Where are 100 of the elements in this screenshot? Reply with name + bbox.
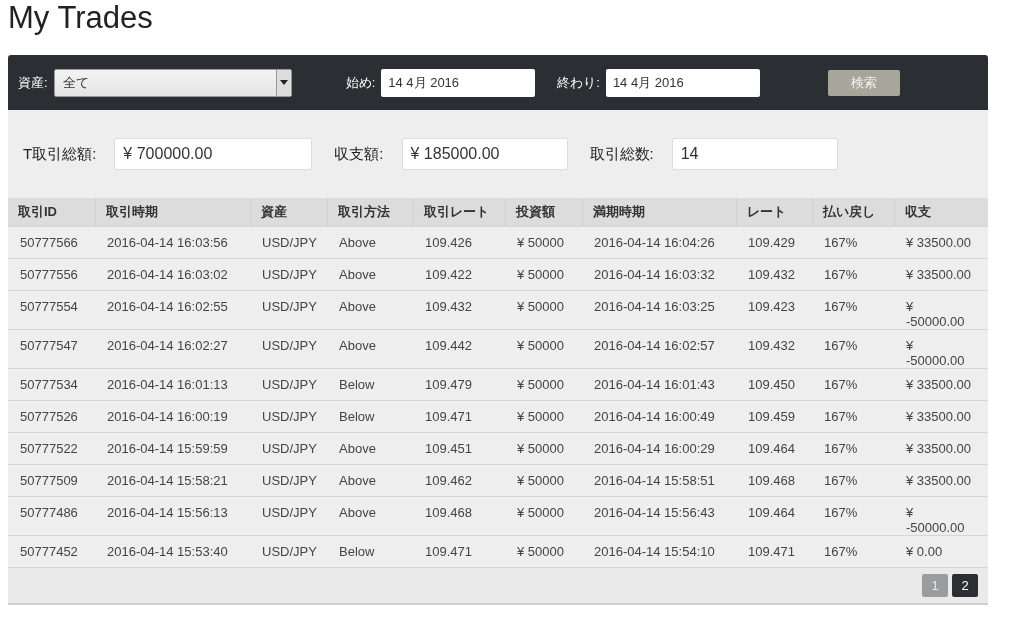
- table-cell: 50777566: [8, 226, 95, 258]
- table-cell: 109.422: [413, 258, 505, 290]
- table-cell: 167%: [812, 290, 894, 329]
- table-cell: 167%: [812, 258, 894, 290]
- table-cell: USD/JPY: [250, 496, 327, 535]
- table-cell: 109.471: [413, 535, 505, 567]
- page-title: My Trades: [8, 0, 154, 37]
- table-cell: 2016-04-14 16:03:56: [95, 226, 250, 258]
- table-cell: 2016-04-14 15:56:43: [582, 496, 736, 535]
- table-cell: 109.423: [736, 290, 812, 329]
- table-cell: 167%: [812, 226, 894, 258]
- table-cell: 2016-04-14 15:54:10: [582, 535, 736, 567]
- table-cell: 2016-04-14 16:02:55: [95, 290, 250, 329]
- table-cell: 167%: [812, 329, 894, 368]
- table-cell: 2016-04-14 15:53:40: [95, 535, 250, 567]
- table-cell: ¥ 33500.00: [894, 432, 988, 464]
- table-cell: 50777509: [8, 464, 95, 496]
- column-header: 満期時期: [582, 198, 736, 226]
- end-date-field[interactable]: 14 4月 2016: [605, 68, 760, 97]
- table-cell: 109.442: [413, 329, 505, 368]
- table-cell: 109.462: [413, 464, 505, 496]
- table-cell: ¥ 33500.00: [894, 226, 988, 258]
- table-cell: 50777526: [8, 400, 95, 432]
- summary-field: ¥ 185000.00: [401, 138, 568, 170]
- column-header: レート: [736, 198, 812, 226]
- table-cell: 109.426: [413, 226, 505, 258]
- table-cell: ¥ 50000: [505, 496, 582, 535]
- asset-label: 資産:: [18, 73, 48, 92]
- summary-label: 取引総数:: [589, 144, 654, 164]
- table-cell: 167%: [812, 496, 894, 535]
- table-cell: USD/JPY: [250, 432, 327, 464]
- table-cell: ¥ -50000.00: [894, 290, 988, 329]
- table-cell: ¥ -50000.00: [894, 496, 988, 535]
- table-cell: USD/JPY: [250, 400, 327, 432]
- table-cell: ¥ 50000: [505, 329, 582, 368]
- table-cell: ¥ 33500.00: [894, 464, 988, 496]
- table-cell: USD/JPY: [250, 258, 327, 290]
- table-cell: 2016-04-14 16:01:13: [95, 368, 250, 400]
- asset-dropdown[interactable]: 全て: [53, 68, 292, 97]
- table-cell: 109.464: [736, 496, 812, 535]
- page-button[interactable]: 2: [952, 573, 978, 597]
- table-cell: 167%: [812, 400, 894, 432]
- table-cell: 2016-04-14 15:59:59: [95, 432, 250, 464]
- table-cell: 2016-04-14 15:56:13: [95, 496, 250, 535]
- table-cell: Above: [327, 258, 413, 290]
- column-header: 収支: [894, 198, 988, 226]
- table-cell: ¥ 50000: [505, 464, 582, 496]
- table-cell: 109.451: [413, 432, 505, 464]
- table-cell: 109.429: [736, 226, 812, 258]
- table-cell: 109.450: [736, 368, 812, 400]
- table-cell: Above: [327, 432, 413, 464]
- caret-icon: [279, 80, 288, 85]
- table-cell: 50777522: [8, 432, 95, 464]
- table-cell: 50777547: [8, 329, 95, 368]
- table-cell: Above: [327, 496, 413, 535]
- column-header: 払い戻し: [812, 198, 894, 226]
- table-cell: Below: [327, 535, 413, 567]
- table-cell: 109.468: [736, 464, 812, 496]
- table-cell: USD/JPY: [250, 464, 327, 496]
- table-cell: 109.432: [413, 290, 505, 329]
- table-cell: 2016-04-14 15:58:21: [95, 464, 250, 496]
- table-cell: 2016-04-14 16:00:19: [95, 400, 250, 432]
- table-cell: ¥ 33500.00: [894, 400, 988, 432]
- column-header: 取引方法: [327, 198, 413, 226]
- start-date-field[interactable]: 14 4月 2016: [381, 68, 536, 97]
- table-cell: 50777556: [8, 258, 95, 290]
- table-cell: USD/JPY: [250, 329, 327, 368]
- table-cell: ¥ 50000: [505, 368, 582, 400]
- table-cell: 2016-04-14 16:00:29: [582, 432, 736, 464]
- table-cell: ¥ 50000: [505, 258, 582, 290]
- table-cell: 2016-04-14 16:02:57: [582, 329, 736, 368]
- table-cell: Above: [327, 226, 413, 258]
- table-cell: 109.432: [736, 329, 812, 368]
- table-cell: ¥ 50000: [505, 290, 582, 329]
- summary-field: 14: [671, 138, 838, 170]
- table-cell: Above: [327, 464, 413, 496]
- table-cell: 2016-04-14 16:03:02: [95, 258, 250, 290]
- table-cell: 50777554: [8, 290, 95, 329]
- table-cell: USD/JPY: [250, 226, 327, 258]
- table-cell: ¥ 50000: [505, 432, 582, 464]
- table-cell: ¥ 0.00: [894, 535, 988, 567]
- table-cell: 167%: [812, 535, 894, 567]
- table-cell: 2016-04-14 16:01:43: [582, 368, 736, 400]
- table-cell: 2016-04-14 16:00:49: [582, 400, 736, 432]
- table-cell: ¥ 33500.00: [894, 258, 988, 290]
- end-label: 終わり:: [557, 73, 600, 92]
- table-cell: 2016-04-14 16:04:26: [582, 226, 736, 258]
- table-cell: 2016-04-14 16:03:25: [582, 290, 736, 329]
- table-cell: 50777452: [8, 535, 95, 567]
- table-cell: 167%: [812, 368, 894, 400]
- column-header: 資産: [250, 198, 327, 226]
- table-cell: 2016-04-14 15:58:51: [582, 464, 736, 496]
- table-cell: 50777534: [8, 368, 95, 400]
- table-cell: Above: [327, 290, 413, 329]
- summary-field: ¥ 700000.00: [114, 138, 313, 170]
- start-label: 始め:: [345, 73, 376, 92]
- column-header: 投資額: [505, 198, 582, 226]
- table-cell: 2016-04-14 16:02:27: [95, 329, 250, 368]
- table-cell: 167%: [812, 432, 894, 464]
- table-cell: ¥ -50000.00: [894, 329, 988, 368]
